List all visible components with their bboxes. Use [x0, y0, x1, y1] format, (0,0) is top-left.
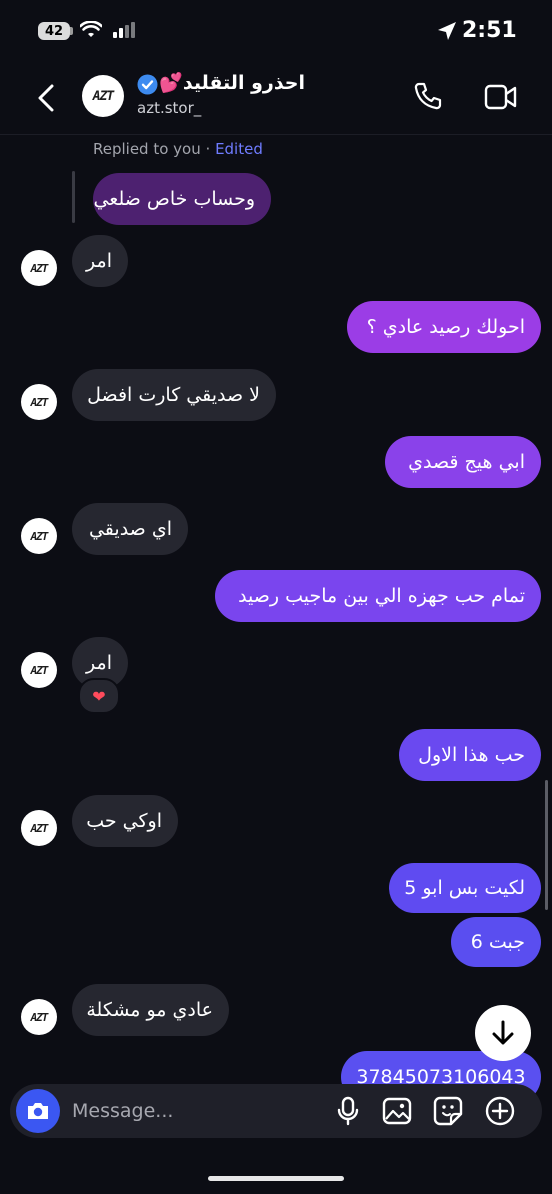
chat-username[interactable]: azt.stor_ [137, 99, 201, 117]
scroll-to-bottom-button[interactable] [475, 1005, 531, 1061]
sender-avatar[interactable]: AZT [21, 384, 57, 420]
status-bar: 42 2:51 [0, 0, 552, 62]
avatar-logo: AZT [30, 821, 49, 835]
verified-badge-icon [137, 74, 158, 95]
camera-icon [28, 1103, 48, 1119]
sender-avatar[interactable]: AZT [21, 810, 57, 846]
outgoing-message[interactable]: جبت 6 [451, 917, 541, 967]
heart-reaction[interactable]: ❤ [78, 678, 120, 714]
arrow-down-icon [492, 1020, 514, 1045]
quoted-message[interactable]: وحساب خاص ضلعي [93, 173, 271, 225]
signal-icon [113, 22, 135, 38]
outgoing-message[interactable]: احولك رصيد عادي ؟ [347, 301, 541, 353]
video-call-icon[interactable] [484, 83, 518, 111]
avatar-logo: AZT [92, 88, 115, 104]
scrollbar[interactable] [545, 780, 548, 910]
reply-separator: · [200, 140, 216, 158]
home-indicator [208, 1176, 344, 1181]
back-icon[interactable] [36, 84, 56, 112]
reply-context: Replied to you · Edited [93, 140, 263, 158]
battery-icon: 42 [38, 22, 70, 40]
battery-cap [70, 27, 73, 35]
incoming-message[interactable]: عادي مو مشكلة [72, 984, 229, 1036]
location-arrow-icon [438, 22, 456, 40]
chat-title[interactable]: احذرو التقليد💕 [159, 71, 305, 94]
sender-avatar[interactable]: AZT [21, 652, 57, 688]
incoming-message[interactable]: لا صديقي كارت افضل [72, 369, 276, 421]
message-input[interactable] [72, 1097, 322, 1125]
sender-avatar[interactable]: AZT [21, 999, 57, 1035]
avatar-logo: AZT [30, 261, 49, 275]
outgoing-message[interactable]: ابي هيج قصدي [385, 436, 541, 488]
incoming-message[interactable]: اوكي حب [72, 795, 178, 847]
outgoing-message[interactable]: لكيت بس ابو 5 [389, 863, 541, 913]
status-time: 2:51 [462, 18, 517, 43]
sticker-icon[interactable] [433, 1096, 463, 1126]
microphone-icon[interactable] [336, 1096, 360, 1126]
incoming-message[interactable]: امر [72, 235, 128, 287]
outgoing-message[interactable]: تمام حب جهزه الي بين ماجيب رصيد [215, 570, 541, 622]
add-icon[interactable] [485, 1096, 515, 1126]
reply-bar [72, 171, 75, 223]
wifi-icon [80, 21, 102, 37]
header-avatar[interactable]: AZT [82, 75, 124, 117]
gallery-icon[interactable] [382, 1097, 412, 1125]
battery-level: 42 [44, 23, 64, 39]
sender-avatar[interactable]: AZT [21, 518, 57, 554]
avatar-logo: AZT [30, 663, 49, 677]
edited-label: Edited [215, 140, 263, 158]
replied-to-label: Replied to you [93, 140, 201, 158]
avatar-logo: AZT [30, 529, 49, 543]
incoming-message[interactable]: اي صديقي [72, 503, 188, 555]
camera-button[interactable] [16, 1089, 60, 1133]
avatar-logo: AZT [30, 395, 49, 409]
outgoing-message[interactable]: حب هذا الاول [399, 729, 541, 781]
avatar-logo: AZT [30, 1010, 49, 1024]
sender-avatar[interactable]: AZT [21, 250, 57, 286]
phone-icon[interactable] [413, 81, 443, 111]
